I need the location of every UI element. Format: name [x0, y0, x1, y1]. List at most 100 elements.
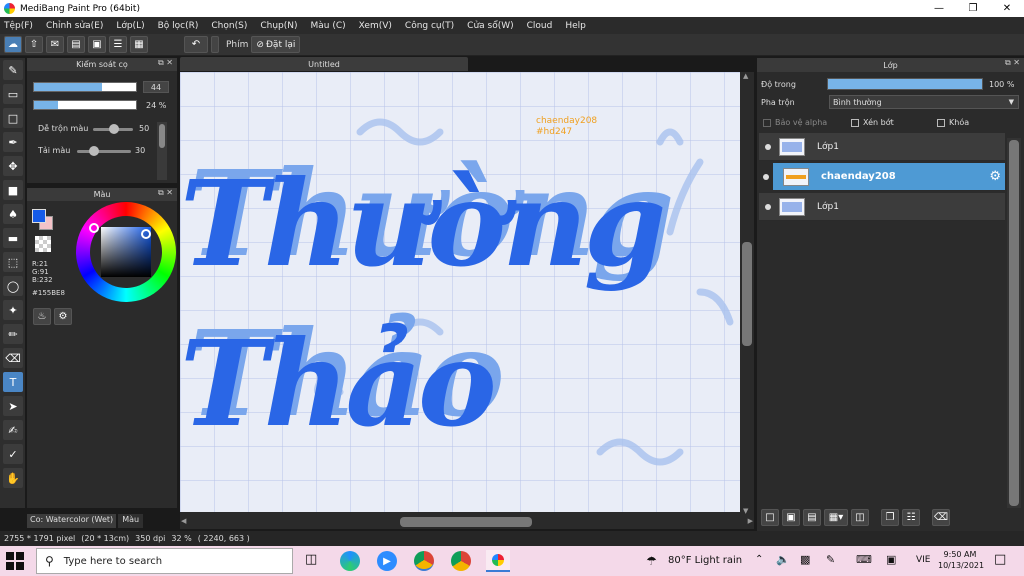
folder-icon[interactable]: ◫ [851, 509, 869, 526]
menu-snap[interactable]: Chụp(N) [260, 21, 297, 31]
chevron-up-icon[interactable]: ⌃ [755, 554, 763, 565]
language-indicator[interactable]: VIE [916, 555, 931, 565]
protect-alpha-option[interactable]: Bảo vệ alpha [763, 118, 827, 127]
divide-tool-icon[interactable]: ✍ [3, 420, 23, 440]
menu-edit[interactable]: Chỉnh sửa(E) [46, 21, 103, 31]
protect-alpha-checkbox[interactable] [763, 118, 771, 127]
dot-tool-icon[interactable]: ✒ [3, 132, 23, 152]
brush-panel-scrollbar[interactable] [157, 122, 167, 180]
text-tool-icon[interactable]: T [3, 372, 23, 392]
menu-tools[interactable]: Công cụ(T) [405, 21, 454, 31]
brush-panel-scroll-thumb[interactable] [159, 124, 165, 148]
grid-icon[interactable]: ▦ [130, 36, 148, 53]
clock[interactable]: 9:50 AM 10/13/2021 [938, 549, 984, 571]
horizontal-scrollbar[interactable]: ◀ ▶ [180, 515, 754, 529]
network-icon[interactable]: ▩ [800, 553, 810, 566]
visibility-icon[interactable] [765, 143, 771, 150]
volume-icon[interactable]: 🔈 [776, 553, 790, 566]
blend-slider[interactable] [93, 124, 133, 134]
pen-icon[interactable]: ✎ [826, 553, 835, 566]
menu-window[interactable]: Cửa sổ(W) [467, 21, 513, 31]
layer-row[interactable]: Lớp1 [759, 133, 1005, 161]
layer-list-scrollbar[interactable] [1007, 138, 1021, 508]
scroll-up-icon[interactable]: ▲ [743, 72, 748, 80]
close-icon[interactable]: ✕ [990, 0, 1024, 17]
layer-scroll-thumb[interactable] [1009, 140, 1019, 506]
new-layer-icon[interactable]: □ [761, 509, 779, 526]
windows-start-icon[interactable] [6, 552, 24, 570]
lasso-tool-icon[interactable]: ◯ [3, 276, 23, 296]
menu-select[interactable]: Chọn(S) [211, 21, 247, 31]
eraser-tool-icon[interactable]: ▭ [3, 84, 23, 104]
reset-button[interactable]: ⊘ Đặt lại [251, 36, 301, 53]
foreground-color-swatch[interactable] [32, 209, 46, 223]
task-view-icon[interactable]: ◫ [305, 552, 317, 567]
move-tool-icon[interactable]: ✥ [3, 156, 23, 176]
menu-color[interactable]: Màu (C) [311, 21, 346, 31]
layer-row[interactable]: Lớp1 [759, 193, 1005, 221]
tab-color[interactable]: Màu [118, 514, 144, 528]
palette-settings-icon[interactable]: ⚙ [54, 308, 72, 325]
taskbar-search-box[interactable]: ⚲ Type here to search [36, 548, 293, 574]
weather-text[interactable]: 80°F Light rain [668, 555, 742, 566]
cloud-icon[interactable]: ☁ [4, 36, 22, 53]
toolbar-handle[interactable] [211, 36, 219, 53]
vertical-scrollbar[interactable]: ▲ ▼ [740, 72, 754, 515]
menu-cloud[interactable]: Cloud [527, 21, 553, 31]
chrome-icon[interactable] [414, 551, 434, 571]
scroll-right-icon[interactable]: ▶ [748, 517, 753, 525]
panel-buttons[interactable]: ⧉ ✕ [1005, 58, 1020, 68]
palette-icon[interactable]: ♨ [33, 308, 51, 325]
scroll-down-icon[interactable]: ▼ [743, 507, 748, 515]
select-tool-icon[interactable]: ⬚ [3, 252, 23, 272]
clipping-checkbox[interactable] [851, 118, 859, 127]
select-pen-tool-icon[interactable]: ✏ [3, 324, 23, 344]
document-icon[interactable]: ▣ [88, 36, 106, 53]
brush-size-bar[interactable] [33, 82, 137, 92]
color-wheel[interactable] [76, 202, 176, 302]
lock-checkbox[interactable] [937, 118, 945, 127]
menu-file[interactable]: Tệp(F) [4, 21, 33, 31]
panel-buttons[interactable]: ⧉ ✕ [158, 188, 173, 198]
minimize-icon[interactable]: — [922, 0, 956, 17]
layer-row-selected[interactable]: chaenday208 ⚙ [763, 163, 1005, 191]
lock-option[interactable]: Khóa [937, 118, 969, 127]
select-eraser-tool-icon[interactable]: ⌫ [3, 348, 23, 368]
display-icon[interactable]: ▣ [886, 553, 896, 566]
clipping-option[interactable]: Xén bớt [851, 118, 894, 127]
notification-icon[interactable]: □ [994, 552, 1006, 567]
vertical-scroll-thumb[interactable] [742, 242, 752, 346]
new-8bit-layer-icon[interactable]: ▤ [803, 509, 821, 526]
blend-mode-select[interactable]: Bình thường ▼ [829, 95, 1019, 109]
tab-brush[interactable]: Co: Watercolor (Wet) [27, 514, 117, 528]
merge-layer-icon[interactable]: ☷ [902, 509, 920, 526]
share-icon[interactable]: ⇧ [25, 36, 43, 53]
scroll-left-icon[interactable]: ◀ [181, 517, 186, 525]
brush-tool-icon[interactable]: ✎ [3, 60, 23, 80]
document-tab[interactable]: Untitled [180, 57, 468, 71]
visibility-icon[interactable] [765, 203, 771, 210]
comment-icon[interactable]: ✉ [46, 36, 64, 53]
panel-buttons[interactable]: ⧉ ✕ [158, 58, 173, 68]
menu-filter[interactable]: Bộ lọc(R) [158, 21, 199, 31]
chrome-profile-icon[interactable] [451, 551, 471, 571]
add-layer-menu-icon[interactable]: ▦▾ [824, 509, 848, 526]
keyboard-icon[interactable]: ⌨ [856, 553, 872, 566]
zoom-app-icon[interactable]: ▶ [377, 551, 397, 571]
medibang-taskbar-icon[interactable] [486, 550, 510, 572]
menu-help[interactable]: Help [565, 21, 586, 31]
brush-size-value[interactable]: 44 [143, 81, 169, 93]
canvas-area[interactable]: chaenday208 #hd247 Thường Thảo [180, 72, 754, 515]
undo-icon[interactable]: ↶ [184, 36, 208, 53]
trash-icon[interactable]: ⌫ [932, 509, 950, 526]
gear-icon[interactable]: ⚙ [989, 169, 1001, 184]
edge-browser-icon[interactable] [340, 551, 360, 571]
shape-tool-icon[interactable]: □ [3, 108, 23, 128]
message-icon[interactable]: ▤ [67, 36, 85, 53]
gradient-tool-icon[interactable]: ▬ [3, 228, 23, 248]
eyedropper-tool-icon[interactable]: ✓ [3, 444, 23, 464]
operation-tool-icon[interactable]: ➤ [3, 396, 23, 416]
layer-opacity-bar[interactable] [827, 78, 983, 90]
fill-rect-tool-icon[interactable]: ■ [3, 180, 23, 200]
horizontal-scroll-thumb[interactable] [400, 517, 532, 527]
